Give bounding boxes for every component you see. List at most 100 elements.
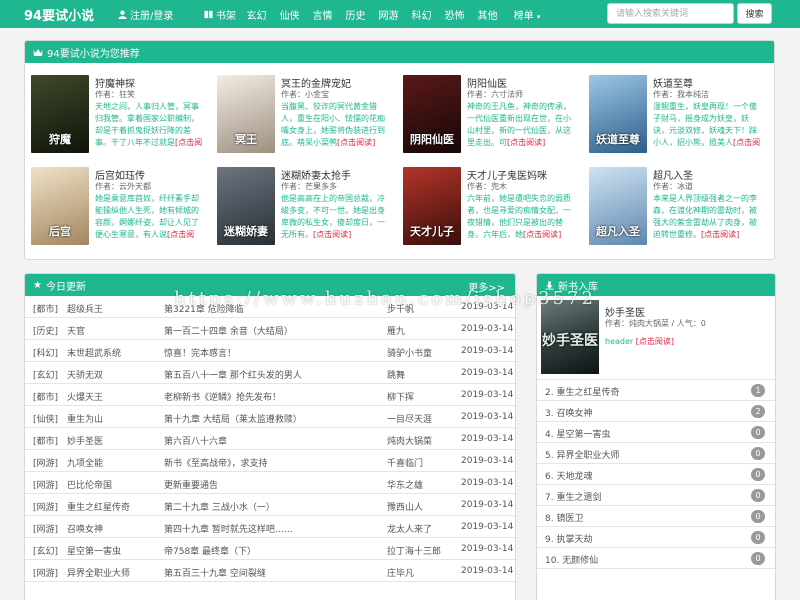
more-link[interactable]: 更多>> xyxy=(468,279,505,294)
rank-title[interactable]: 7. 重生之遗剑 xyxy=(545,490,601,503)
table-row[interactable]: [玄幻] 星空第一害虫 帝758章 最终章（下） 拉丁海十三郎 2019-03-14 xyxy=(25,538,515,560)
table-row[interactable]: [网游] 九项全能 新书《至高战帝》，求支持 千喜临门 2019-03-14 xyxy=(25,450,515,472)
book-card[interactable]: 妖道至尊 妖道至尊 作者：我本纯洁 湿鲵重生，妖皇再现！一个傻子财马，摇身成为妖皇，妖… xyxy=(583,75,763,153)
nav-xianxia[interactable]: 仙侠 xyxy=(273,7,306,22)
table-row[interactable]: [都市] 妙手圣医 第六百八十六章 炖肉大锅菜 2019-03-14 xyxy=(25,428,515,450)
rank-title[interactable]: 10. 无颜修仙 xyxy=(545,553,598,566)
row-book-name[interactable]: 重生为山 xyxy=(67,412,161,425)
table-row[interactable]: [都市] 火爆天王 老柳新书《逆鳞》抢先发布！ 柳下挥 2019-03-14 xyxy=(25,384,515,406)
list-item[interactable]: 4. 星空第一害虫 0 xyxy=(537,422,775,443)
row-book-name[interactable]: 九项全能 xyxy=(67,456,161,469)
row-book-name[interactable]: 末世超武系统 xyxy=(67,346,161,359)
row-book-name[interactable]: 天骄无双 xyxy=(67,368,161,381)
rank-title[interactable]: 2. 重生之红星传奇 xyxy=(545,385,619,398)
row-chapter[interactable]: 第十九章 大结局（莱太监遵救赎） xyxy=(164,412,364,425)
nav-lishi[interactable]: 历史 xyxy=(339,7,372,22)
book-cover[interactable]: 妖道至尊 xyxy=(589,75,647,153)
book-card[interactable]: 阴阳仙医 阴阳仙医 作者：六寸法师 神奇的王凡鱼，神奇的传承，一代仙医重新出现在世，在… xyxy=(397,75,577,153)
row-chapter[interactable]: 新书《至高战帝》，求支持 xyxy=(164,456,364,469)
read-link[interactable]: [点击阅读] xyxy=(636,337,674,346)
list-item[interactable]: 7. 重生之遗剑 0 xyxy=(537,485,775,506)
read-link[interactable]: [点击阅读] xyxy=(313,230,351,239)
row-chapter[interactable]: 第五百三十九章 空间裂缝 xyxy=(164,566,364,579)
search-button[interactable]: 搜索 xyxy=(737,3,772,24)
row-book-name[interactable]: 异界全职业大师 xyxy=(67,566,161,579)
nav-yanqing[interactable]: 言情 xyxy=(306,7,339,22)
row-chapter[interactable]: 第一百二十四章 余音（大结局） xyxy=(164,324,364,337)
book-card[interactable]: 超凡入圣 超凡入圣 作者：冰道 本来是人界顶级强者之一的李森，在渡化神期的雷劫时，被强… xyxy=(583,167,763,245)
row-chapter[interactable]: 更新重要通告 xyxy=(164,478,364,491)
rank-title[interactable]: 9. 执掌天劫 xyxy=(545,532,592,545)
list-item[interactable]: 5. 异界全职业大师 0 xyxy=(537,443,775,464)
rank-title[interactable]: 5. 异界全职业大师 xyxy=(545,448,619,461)
row-chapter[interactable]: 老柳新书《逆鳞》抢先发布！ xyxy=(164,390,364,403)
book-cover[interactable]: 后宫 xyxy=(31,167,89,245)
row-chapter[interactable]: 第四十九章 暂时就先这样吧…… xyxy=(164,522,364,535)
table-row[interactable]: [网游] 召唤女神 第四十九章 暂时就先这样吧…… 龙太人来了 2019-03-14 xyxy=(25,516,515,538)
row-chapter[interactable]: 第3221章 危险降临 xyxy=(164,302,364,315)
book-cover[interactable]: 天才儿子 xyxy=(403,167,461,245)
book-cover[interactable]: 狩魔 xyxy=(31,75,89,153)
book-title[interactable]: 超凡入圣 xyxy=(653,167,763,181)
search-input[interactable] xyxy=(607,3,734,24)
book-cover[interactable]: 迷糊娇妻 xyxy=(217,167,275,245)
rank-title[interactable]: 3. 召唤女神 xyxy=(545,406,592,419)
book-card[interactable]: 迷糊娇妻 迷糊娇妻太抢手 作者：芒果多多 他是高高在上的帝国总裁，冷峻多变，不可一世。… xyxy=(211,167,391,245)
row-book-name[interactable]: 巴比伦帝国 xyxy=(67,478,161,491)
site-logo[interactable]: 94要试小说 xyxy=(24,5,94,24)
table-row[interactable]: [玄幻] 天骄无双 第五百八十一章 那个红头发的男人 跳舞 2019-03-14 xyxy=(25,362,515,384)
read-link[interactable]: [点击阅读] xyxy=(701,230,739,239)
rank-title[interactable]: 4. 星空第一害虫 xyxy=(545,427,610,440)
row-chapter[interactable]: 惊喜！完本感言！ xyxy=(164,346,364,359)
table-row[interactable]: [仙侠] 重生为山 第十九章 大结局（莱太监遵救赎） 一目尽天涯 2019-03-14 xyxy=(25,406,515,428)
book-title[interactable]: 阴阳仙医 xyxy=(467,75,577,89)
book-card[interactable]: 天才儿子 天才儿子鬼医妈咪 作者：兜木 六年前，她是遭吧失恋的弱质者，也是寻爱的痴情女… xyxy=(397,167,577,245)
row-chapter[interactable]: 第六百八十六章 xyxy=(164,434,364,447)
nav-qita[interactable]: 其他 xyxy=(471,7,504,22)
book-title[interactable]: 天才儿子鬼医妈咪 xyxy=(467,167,577,181)
table-row[interactable]: [网游] 异界全职业大师 第五百三十九章 空间裂缝 庄毕凡 2019-03-14 xyxy=(25,560,515,582)
row-book-name[interactable]: 超级兵王 xyxy=(67,302,161,315)
row-chapter[interactable]: 第五百八十一章 那个红头发的男人 xyxy=(164,368,364,381)
list-item[interactable]: 9. 执掌天劫 0 xyxy=(537,527,775,548)
book-title[interactable]: 冥王的金牌宠妃 xyxy=(281,75,391,89)
row-book-name[interactable]: 星空第一害虫 xyxy=(67,544,161,557)
table-row[interactable]: [都市] 超级兵王 第3221章 危险降临 步千帆 2019-03-14 xyxy=(25,296,515,318)
table-row[interactable]: [历史] 天官 第一百二十四章 余音（大结局） 雁九 2019-03-14 xyxy=(25,318,515,340)
book-cover[interactable]: 冥王 xyxy=(217,75,275,153)
table-row[interactable]: [网游] 重生之红星传奇 第二十九章 三战小水（一） 豫西山人 2019-03-14 xyxy=(25,494,515,516)
book-card[interactable]: 狩魔 狩魔神探 作者：狂笑 天地之间，人事归人管，冥事归我管。拿着国家公职编制，却是干… xyxy=(25,75,205,153)
read-link[interactable]: [点击阅读] xyxy=(523,230,561,239)
nav-rankings-dropdown[interactable]: 榜单 ▾ xyxy=(504,7,550,22)
book-cover[interactable]: 阴阳仙医 xyxy=(403,75,461,153)
nav-kongbu[interactable]: 恐怖 xyxy=(438,7,471,22)
book-card[interactable]: 冥王 冥王的金牌宠妃 作者：小金宝 当腹黑、狡诈的冥代黄金猎人，重生在阳小、怯懦的花痴… xyxy=(211,75,391,153)
book-title[interactable]: 妖道至尊 xyxy=(653,75,763,89)
featured-title[interactable]: 妙手圣医 xyxy=(605,304,645,319)
row-book-name[interactable]: 召唤女神 xyxy=(67,522,161,535)
nav-xuanhuan[interactable]: 玄幻 xyxy=(240,7,273,22)
table-row[interactable]: [科幻] 末世超武系统 惊喜！完本感言！ 骑驴小书童 2019-03-14 xyxy=(25,340,515,362)
table-row[interactable]: [网游] 巴比伦帝国 更新重要通告 华东之雄 2019-03-14 xyxy=(25,472,515,494)
row-chapter[interactable]: 帝758章 最终章（下） xyxy=(164,544,364,557)
list-item[interactable]: 6. 天地龙魂 0 xyxy=(537,464,775,485)
row-chapter[interactable]: 第二十九章 三战小水（一） xyxy=(164,500,364,513)
book-title[interactable]: 狩魔神探 xyxy=(95,75,205,89)
book-title[interactable]: 迷糊娇妻太抢手 xyxy=(281,167,391,181)
book-card[interactable]: 后宫 后宫如珏传 作者：云外天都 她是乘意库首奴，纤纤素手却能操纵他人生死，她有倾城的… xyxy=(25,167,205,245)
nav-kehuan[interactable]: 科幻 xyxy=(405,7,438,22)
row-book-name[interactable]: 天官 xyxy=(67,324,161,337)
list-item[interactable]: 10. 无颜修仙 0 xyxy=(537,548,775,569)
book-cover[interactable]: 超凡入圣 xyxy=(589,167,647,245)
newbook-featured[interactable]: 妙手圣医 妙手圣医 作者：炖肉大锅菜 / 人气：0 header [点击阅读] xyxy=(537,296,775,380)
list-item[interactable]: 8. 镜医卫 0 xyxy=(537,506,775,527)
list-item[interactable]: 2. 重生之红星传奇 1 xyxy=(537,380,775,401)
read-link[interactable]: [点击阅读] xyxy=(507,138,545,147)
login-link[interactable]: 注册/登录 xyxy=(118,7,173,22)
row-book-name[interactable]: 重生之红星传奇 xyxy=(67,500,161,513)
nav-bookshelf[interactable]: 书架 xyxy=(200,7,240,22)
rank-title[interactable]: 6. 天地龙魂 xyxy=(545,469,592,482)
row-book-name[interactable]: 妙手圣医 xyxy=(67,434,161,447)
list-item[interactable]: 3. 召唤女神 2 xyxy=(537,401,775,422)
book-cover[interactable]: 妙手圣医 xyxy=(541,300,599,374)
